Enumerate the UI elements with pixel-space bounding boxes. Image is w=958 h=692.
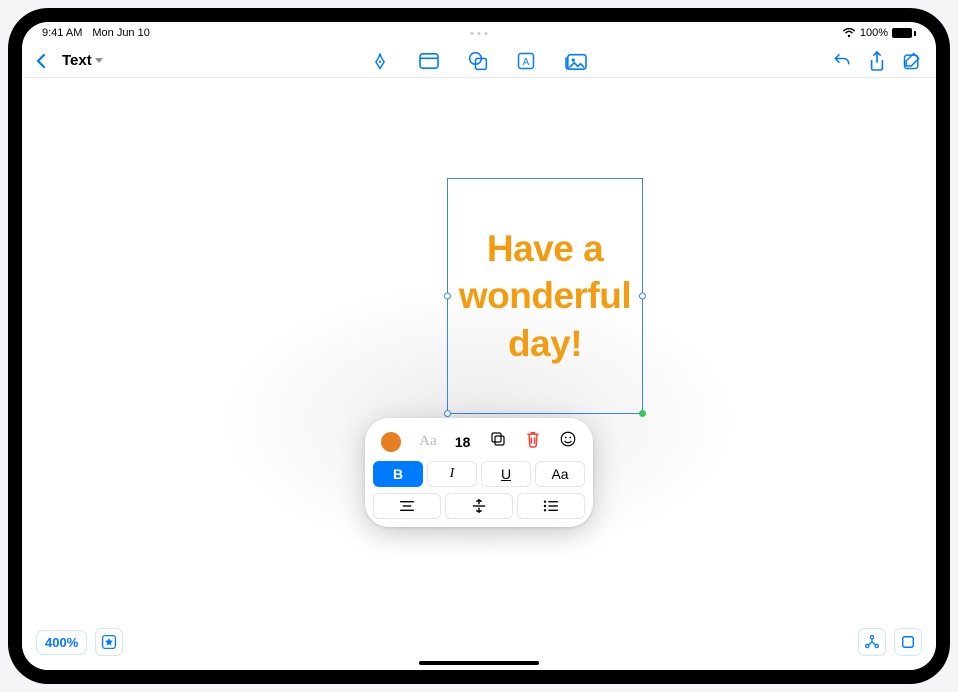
- screen: 9:41 AM Mon Jun 10 100% Text: [22, 22, 936, 670]
- media-tool-icon[interactable]: [564, 51, 588, 71]
- minimap-button[interactable]: [894, 628, 922, 656]
- selected-text-box[interactable]: Have a wonderful day!: [447, 178, 643, 414]
- ipad-frame: 9:41 AM Mon Jun 10 100% Text: [8, 8, 950, 684]
- date: Mon Jun 10: [92, 27, 149, 39]
- underline-button[interactable]: U: [481, 461, 531, 487]
- share-button[interactable]: [868, 50, 886, 72]
- pen-tool-icon[interactable]: [370, 51, 390, 71]
- back-button[interactable]: [36, 53, 46, 69]
- bold-button[interactable]: B: [373, 461, 423, 487]
- more-button[interactable]: [559, 430, 577, 453]
- shape-tool-icon[interactable]: [468, 51, 488, 71]
- toolbar: Text A: [22, 44, 936, 78]
- resize-handle-right[interactable]: [639, 293, 646, 300]
- text-content[interactable]: Have a wonderful day!: [448, 179, 642, 413]
- list-button[interactable]: [517, 493, 585, 519]
- text-case-button[interactable]: Aa: [535, 461, 585, 487]
- svg-text:A: A: [523, 57, 530, 68]
- chevron-down-icon: [95, 55, 103, 66]
- italic-button[interactable]: I: [427, 461, 477, 487]
- multitask-dots[interactable]: [471, 32, 488, 35]
- battery-label: 100%: [860, 27, 888, 39]
- favorite-view-button[interactable]: [95, 628, 123, 656]
- undo-button[interactable]: [832, 51, 852, 71]
- format-popover: Aa 18 B I U Aa: [365, 418, 593, 527]
- font-size-button[interactable]: 18: [455, 434, 471, 450]
- tool-title[interactable]: Text: [62, 52, 103, 69]
- color-picker-button[interactable]: [381, 432, 401, 452]
- delete-button[interactable]: [525, 430, 541, 453]
- align-button[interactable]: [373, 493, 441, 519]
- resize-handle-bottom-left[interactable]: [444, 410, 451, 417]
- font-family-button[interactable]: Aa: [419, 433, 437, 450]
- duplicate-button[interactable]: [489, 430, 507, 453]
- text-tool-icon[interactable]: A: [516, 51, 536, 71]
- home-indicator[interactable]: [419, 661, 539, 665]
- resize-handle-left[interactable]: [444, 293, 451, 300]
- compose-button[interactable]: [902, 51, 922, 71]
- resize-handle-bottom-right[interactable]: [639, 410, 646, 417]
- tool-title-label: Text: [62, 52, 92, 69]
- battery-icon: [892, 28, 916, 38]
- canvas[interactable]: Have a wonderful day! Aa 18: [22, 78, 936, 670]
- diagram-view-button[interactable]: [858, 628, 886, 656]
- wifi-icon: [842, 28, 856, 38]
- clock: 9:41 AM: [42, 27, 82, 39]
- note-tool-icon[interactable]: [418, 52, 440, 70]
- vertical-align-button[interactable]: [445, 493, 513, 519]
- zoom-level-button[interactable]: 400%: [36, 630, 87, 655]
